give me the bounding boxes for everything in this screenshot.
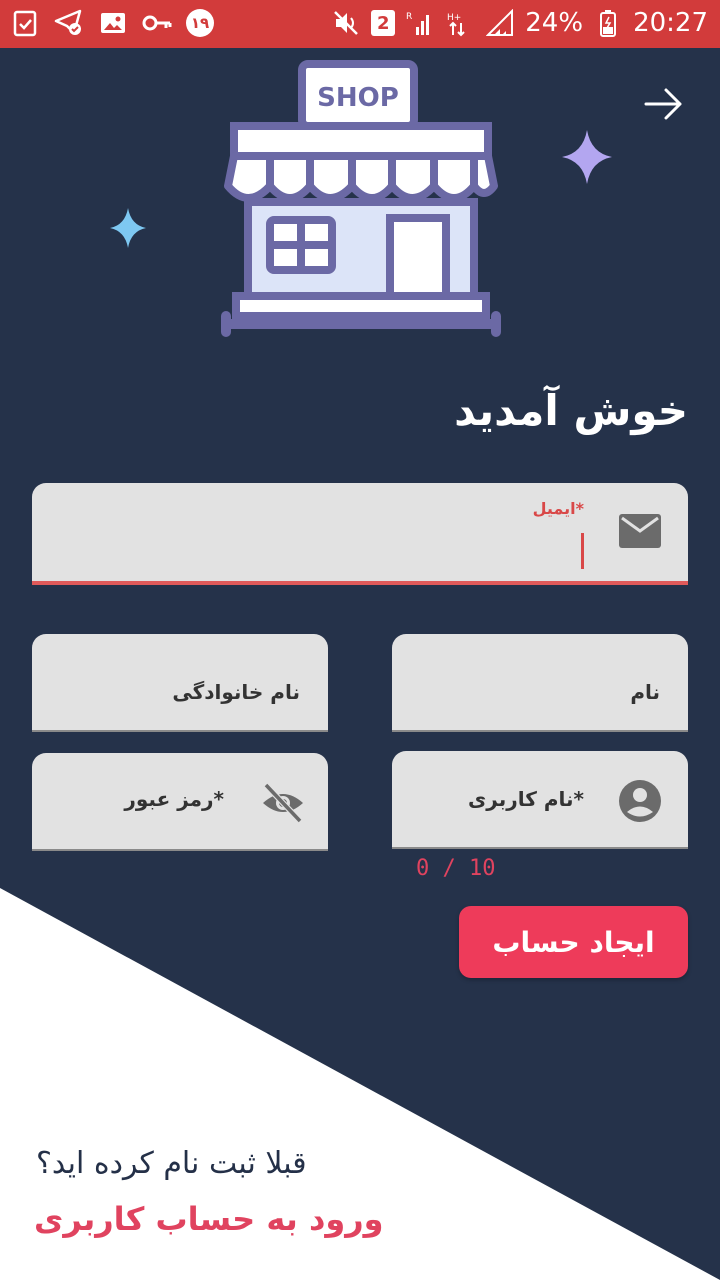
already-registered-text: قبلا ثبت نام کرده اید؟ [36, 1146, 307, 1181]
sparkle-icon [562, 130, 612, 184]
key-icon [142, 8, 172, 38]
sim-badge: 2 [371, 10, 396, 36]
email-field[interactable]: *ایمیل [32, 483, 688, 585]
login-link[interactable]: ورود به حساب کاربری [34, 1200, 384, 1238]
account-icon [618, 779, 662, 823]
first-name-placeholder: نام [630, 680, 660, 704]
clipboard-check-icon [10, 8, 40, 38]
text-cursor [581, 533, 584, 569]
sparkle-icon [110, 208, 146, 248]
svg-text:H+: H+ [447, 13, 461, 23]
notification-count-badge: ۱۹ [186, 9, 214, 37]
status-bar: ۱۹ 2 R H+ 24% 20:27 [0, 0, 720, 48]
telegram-check-icon [54, 8, 84, 38]
last-name-field[interactable]: نام خانوادگی [32, 634, 328, 732]
arrow-right-button[interactable] [640, 82, 688, 126]
signal-icon: R [405, 8, 435, 38]
eye-off-icon[interactable] [260, 781, 304, 825]
username-field[interactable]: *نام کاربری [392, 751, 688, 849]
first-name-field[interactable]: نام [392, 634, 688, 732]
username-placeholder: *نام کاربری [467, 787, 584, 811]
cell-signal-icon [485, 8, 515, 38]
battery-percent: 24% [525, 8, 584, 38]
email-label: *ایمیل [532, 499, 584, 518]
battery-icon [593, 8, 623, 38]
shop-illustration: SHOP [221, 60, 501, 337]
username-character-counter: 0 / 10 [416, 856, 496, 881]
arrow-right-icon [644, 88, 682, 120]
create-account-button[interactable]: ایجاد حساب [459, 906, 688, 978]
mute-icon [331, 8, 361, 38]
shop-sign-text: SHOP [317, 83, 399, 113]
svg-text:R: R [406, 12, 412, 22]
mail-icon [618, 513, 662, 557]
last-name-placeholder: نام خانوادگی [172, 680, 300, 704]
image-icon [98, 8, 128, 38]
password-field[interactable]: *رمز عبور [32, 753, 328, 851]
welcome-title: خوش آمدید [454, 386, 688, 435]
clock: 20:27 [633, 8, 708, 38]
password-placeholder: *رمز عبور [124, 787, 224, 811]
data-signal-icon: H+ [445, 8, 475, 38]
